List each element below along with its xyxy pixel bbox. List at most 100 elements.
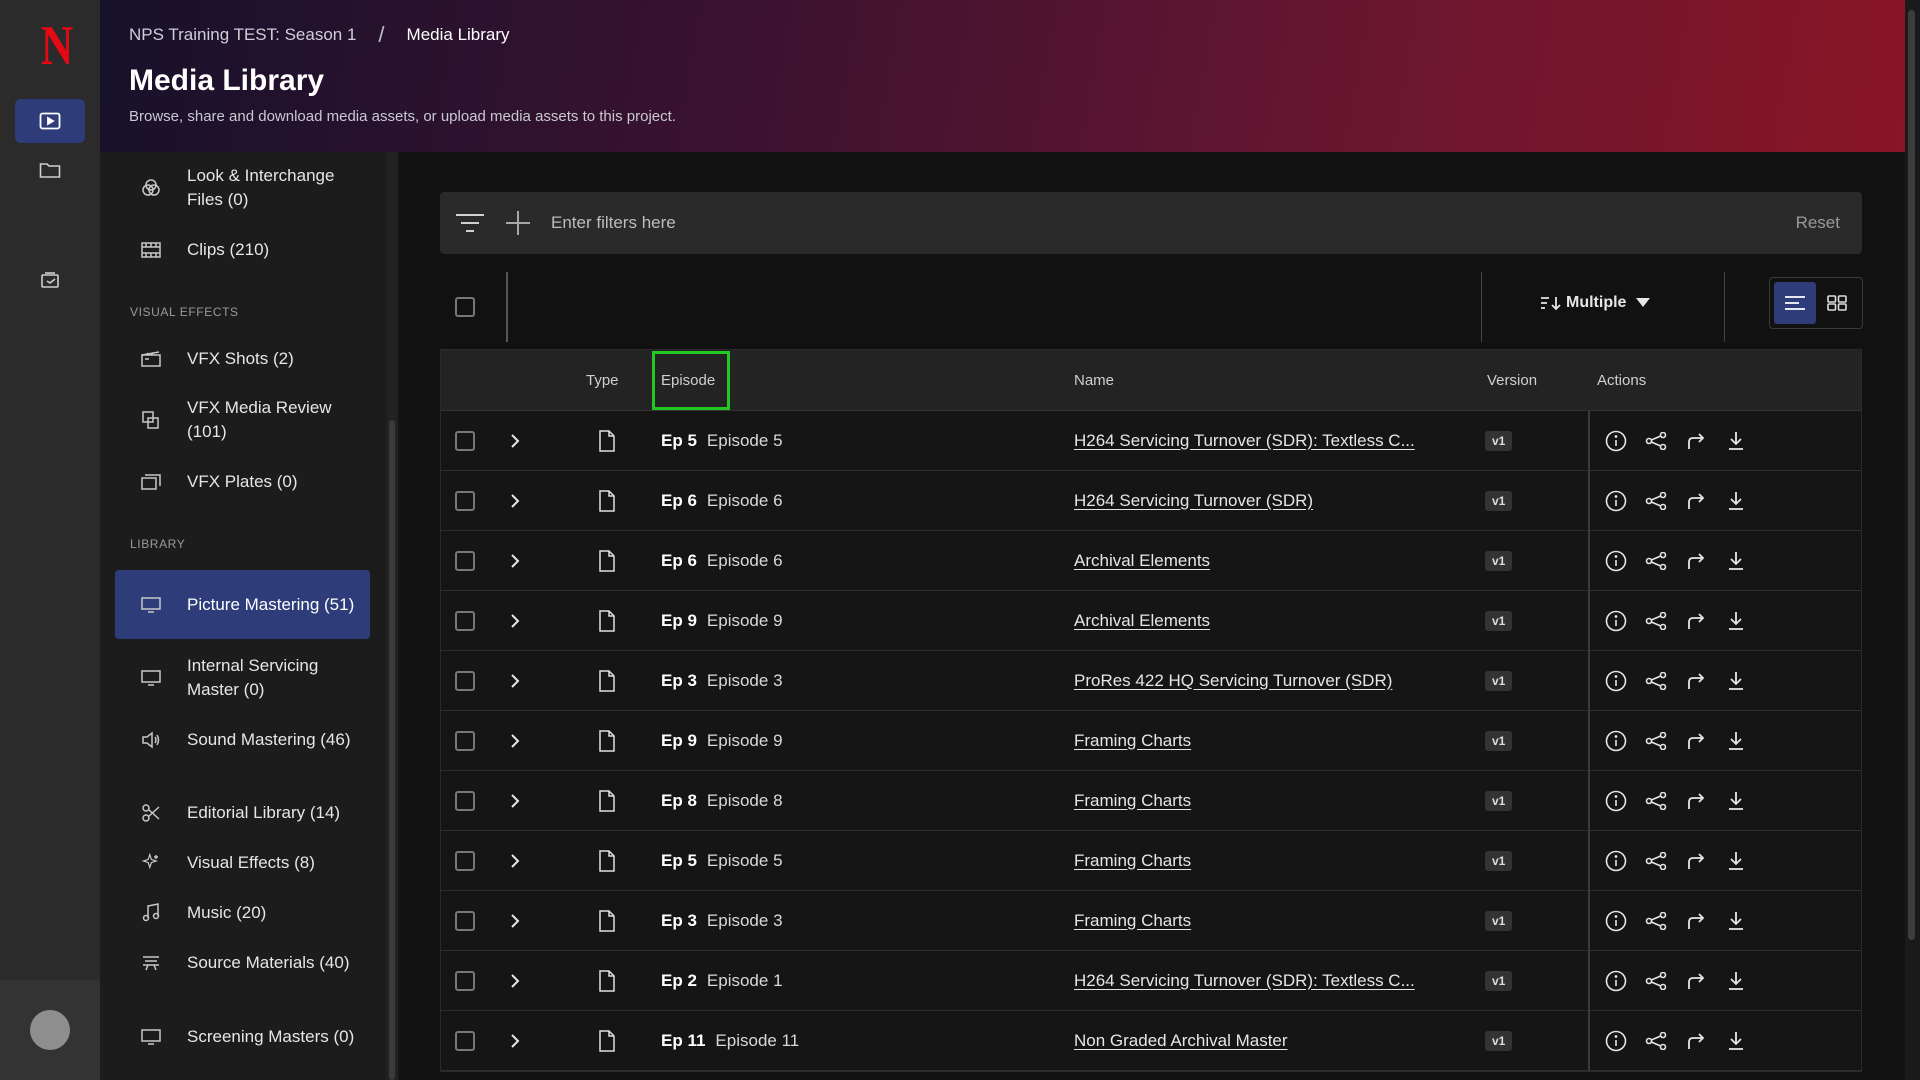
share-icon[interactable] [1645,490,1667,512]
sidebar-item-music[interactable]: Music (20) [115,901,370,925]
download-icon[interactable] [1725,1030,1747,1052]
info-icon[interactable] [1605,610,1627,632]
column-header-name[interactable]: Name [1074,350,1114,411]
forward-icon[interactable] [1685,910,1707,932]
row-checkbox[interactable] [455,1030,475,1051]
sidebar-item-vfx-plates[interactable]: VFX Plates (0) [115,470,370,494]
column-header-type[interactable]: Type [586,350,619,411]
forward-icon[interactable] [1685,610,1707,632]
download-icon[interactable] [1725,550,1747,572]
sidebar-item-sound-mastering[interactable]: Sound Mastering (46) [115,728,370,752]
sidebar-scrollbar-thumb[interactable] [389,420,395,1080]
tasks-nav-button[interactable] [15,258,85,302]
media-library-nav-button[interactable] [15,99,85,143]
download-icon[interactable] [1725,790,1747,812]
table-row[interactable]: Ep 11 Episode 11 Non Graded Archival Mas… [441,1011,1861,1071]
table-row[interactable]: Ep 6 Episode 6 H264 Servicing Turnover (… [441,471,1861,531]
share-icon[interactable] [1645,550,1667,572]
sort-dropdown[interactable]: Multiple [1540,294,1651,312]
table-row[interactable]: Ep 8 Episode 8 Framing Charts v1 [441,771,1861,831]
info-icon[interactable] [1605,970,1627,992]
filter-icon[interactable] [455,212,485,234]
row-checkbox[interactable] [455,430,475,451]
share-icon[interactable] [1645,970,1667,992]
forward-icon[interactable] [1685,430,1707,452]
info-icon[interactable] [1605,670,1627,692]
row-checkbox[interactable] [455,490,475,511]
forward-icon[interactable] [1685,730,1707,752]
table-row[interactable]: Ep 5 Episode 5 H264 Servicing Turnover (… [441,411,1861,471]
expand-row-button[interactable] [510,831,520,890]
asset-name-link[interactable]: H264 Servicing Turnover (SDR): Textless … [1074,971,1415,991]
asset-name-link[interactable]: H264 Servicing Turnover (SDR): Textless … [1074,431,1415,451]
expand-row-button[interactable] [510,951,520,1010]
download-icon[interactable] [1725,970,1747,992]
sidebar-item-screening-masters[interactable]: Screening Masters (0) [115,1025,370,1049]
row-checkbox[interactable] [455,970,475,991]
sidebar-item-vfx-shots[interactable]: VFX Shots (2) [115,347,370,371]
download-icon[interactable] [1725,670,1747,692]
asset-name-link[interactable]: Framing Charts [1074,731,1191,751]
sidebar-item-vfx-media-review[interactable]: VFX Media Review (101) [115,396,370,444]
asset-name-link[interactable]: Framing Charts [1074,851,1191,871]
column-header-episode[interactable]: Episode [661,350,715,411]
asset-name-link[interactable]: H264 Servicing Turnover (SDR) [1074,491,1313,511]
table-row[interactable]: Ep 9 Episode 9 Framing Charts v1 [441,711,1861,771]
forward-icon[interactable] [1685,970,1707,992]
share-icon[interactable] [1645,730,1667,752]
row-checkbox[interactable] [455,550,475,571]
table-row[interactable]: Ep 6 Episode 6 Archival Elements v1 [441,531,1861,591]
sidebar-item-visual-effects[interactable]: Visual Effects (8) [115,851,370,875]
expand-row-button[interactable] [510,771,520,830]
download-icon[interactable] [1725,730,1747,752]
row-checkbox[interactable] [455,610,475,631]
expand-row-button[interactable] [510,591,520,650]
info-icon[interactable] [1605,910,1627,932]
info-icon[interactable] [1605,550,1627,572]
download-icon[interactable] [1725,430,1747,452]
asset-name-link[interactable]: Non Graded Archival Master [1074,1031,1288,1051]
table-row[interactable]: Ep 3 Episode 3 ProRes 422 HQ Servicing T… [441,651,1861,711]
asset-name-link[interactable]: Framing Charts [1074,911,1191,931]
forward-icon[interactable] [1685,490,1707,512]
filter-input[interactable] [551,213,1651,233]
download-icon[interactable] [1725,490,1747,512]
expand-row-button[interactable] [510,471,520,530]
forward-icon[interactable] [1685,1030,1707,1052]
forward-icon[interactable] [1685,670,1707,692]
sidebar-item-look-interchange[interactable]: Look & Interchange Files (0) [115,164,370,212]
column-header-version[interactable]: Version [1487,350,1537,411]
sidebar-item-clips[interactable]: Clips (210) [115,238,370,262]
download-icon[interactable] [1725,610,1747,632]
share-icon[interactable] [1645,910,1667,932]
row-checkbox[interactable] [455,850,475,871]
info-icon[interactable] [1605,790,1627,812]
asset-name-link[interactable]: Framing Charts [1074,791,1191,811]
expand-row-button[interactable] [510,531,520,590]
row-checkbox[interactable] [455,910,475,931]
table-row[interactable]: Ep 5 Episode 5 Framing Charts v1 [441,831,1861,891]
sidebar-item-internal-servicing-master[interactable]: Internal Servicing Master (0) [115,654,370,702]
table-row[interactable]: Ep 3 Episode 3 Framing Charts v1 [441,891,1861,951]
sidebar-item-picture-mastering[interactable]: Picture Mastering (51) [115,570,370,639]
avatar[interactable] [30,1010,70,1050]
forward-icon[interactable] [1685,550,1707,572]
share-icon[interactable] [1645,670,1667,692]
share-icon[interactable] [1645,850,1667,872]
row-checkbox[interactable] [455,670,475,691]
asset-name-link[interactable]: ProRes 422 HQ Servicing Turnover (SDR) [1074,671,1392,691]
forward-icon[interactable] [1685,790,1707,812]
forward-icon[interactable] [1685,850,1707,872]
expand-row-button[interactable] [510,411,520,470]
info-icon[interactable] [1605,850,1627,872]
info-icon[interactable] [1605,430,1627,452]
asset-name-link[interactable]: Archival Elements [1074,611,1210,631]
download-icon[interactable] [1725,910,1747,932]
expand-row-button[interactable] [510,1011,520,1070]
asset-name-link[interactable]: Archival Elements [1074,551,1210,571]
folder-nav-button[interactable] [15,148,85,192]
share-icon[interactable] [1645,1030,1667,1052]
netflix-logo-icon[interactable]: N [41,18,73,74]
table-row[interactable]: Ep 2 Episode 1 H264 Servicing Turnover (… [441,951,1861,1011]
row-checkbox[interactable] [455,790,475,811]
